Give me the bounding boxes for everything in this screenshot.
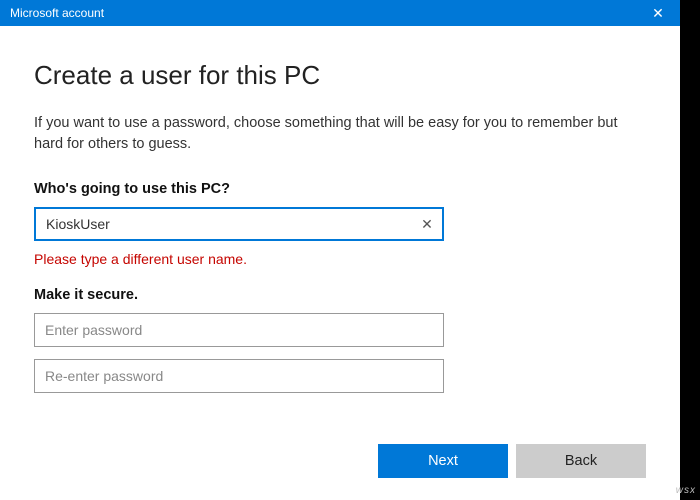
instruction-text: If you want to use a password, choose so… <box>34 113 646 155</box>
error-message: Please type a different user name. <box>34 251 646 267</box>
password-field-wrap <box>34 313 646 347</box>
watermark: wsx <box>676 485 696 496</box>
username-label: Who's going to use this PC? <box>34 181 646 197</box>
password-input[interactable] <box>34 313 444 347</box>
password-confirm-input[interactable] <box>34 359 444 393</box>
back-button[interactable]: Back <box>516 444 646 478</box>
next-button[interactable]: Next <box>378 444 508 478</box>
dialog-content: Create a user for this PC If you want to… <box>0 26 680 444</box>
window-title: Microsoft account <box>10 6 104 20</box>
clear-icon: ✕ <box>421 216 433 233</box>
close-icon: ✕ <box>652 5 664 22</box>
clear-input-button[interactable]: ✕ <box>410 207 444 241</box>
titlebar: Microsoft account ✕ <box>0 0 680 26</box>
close-button[interactable]: ✕ <box>636 0 680 26</box>
username-input[interactable] <box>34 207 444 241</box>
page-title: Create a user for this PC <box>34 60 646 91</box>
dialog-window: Microsoft account ✕ Create a user for th… <box>0 0 680 500</box>
password-confirm-field-wrap <box>34 359 646 393</box>
dialog-footer: Next Back <box>0 444 680 500</box>
password-section-label: Make it secure. <box>34 287 646 303</box>
username-field-wrap: ✕ <box>34 207 646 241</box>
